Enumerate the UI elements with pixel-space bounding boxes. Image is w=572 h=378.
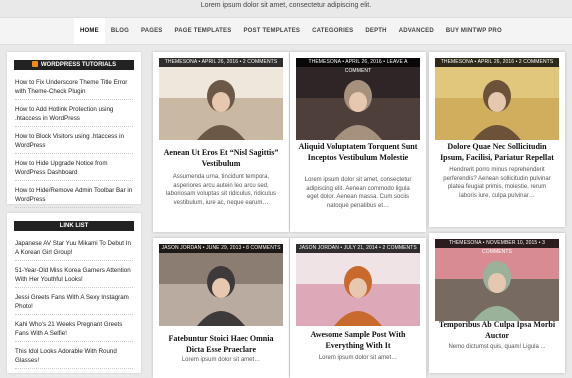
tutorials-link-list: How to Fix Underscore Theme Title Error … [15, 78, 133, 213]
post-title[interactable]: Awesome Sample Post With Everything With… [298, 330, 418, 351]
site-tagline: Lorem ipsum dolor sit amet, consectetur … [200, 2, 372, 9]
post-excerpt: Lorem ipsum dolor sit amet… [318, 355, 398, 361]
widget-title: LINK LIST [14, 221, 134, 231]
sidebar-link[interactable]: How to Hide Upgrade Notice from WordPres… [15, 159, 133, 181]
link-list-widget: LINK LIST Japanese AV Star Yuu Mikami To… [7, 213, 141, 373]
post-title[interactable]: Aliquid Voluptatem Torquent Sunt Incepto… [298, 142, 418, 163]
sidebar-link[interactable]: How to Add Hotlink Protection using .hta… [15, 105, 133, 127]
post-card: THEMESONA • APRIL 26, 2016 • 2 COMMENTS D… [429, 52, 565, 227]
sidebar-link[interactable]: How to Fix Underscore Theme Title Error … [15, 78, 133, 100]
rss-icon[interactable] [31, 61, 38, 67]
post-card: THEMESONA • APRIL 26, 2016 • 2 COMMENTS A… [153, 52, 289, 232]
post-card: THEMESONA • APRIL 26, 2016 • LEAVE A COM… [290, 52, 426, 232]
post-thumbnail-image[interactable] [159, 244, 283, 326]
nav-item-blog[interactable]: BLOG [105, 18, 135, 44]
post-meta: THEMESONA • NOVEMBER 10, 2015 • 3 COMMEN… [435, 239, 559, 255]
post-meta: THEMESONA • APRIL 26, 2016 • 2 COMMENTS [159, 58, 283, 67]
post-title[interactable]: Aenean Ut Eros Et “Nisl Sagittis” Vestib… [161, 148, 281, 169]
post-title[interactable]: Dolore Quae Nec Sollicitudin Ipsum, Faci… [437, 142, 557, 163]
post-excerpt: Lorem ipsum dolor sit amet… [181, 357, 261, 363]
post-excerpt: Hendrerit porro minus reprehenderit perf… [443, 167, 551, 199]
post-excerpt: Lorem ipsum dolor sit amet, consectetur … [304, 177, 412, 209]
sidebar-link[interactable]: Japanese AV Star Yuu Mikami To Debut In … [15, 239, 133, 261]
post-thumbnail-image[interactable] [296, 244, 420, 326]
post-thumbnail-image[interactable] [435, 58, 559, 140]
widget-title: WORDPRESS TUTORIALS [14, 60, 134, 70]
wordpress-tutorials-widget: WORDPRESS TUTORIALS How to Fix Underscor… [7, 52, 141, 208]
post-meta: JASON JORDAN • JUNE 29, 2013 • 8 COMMENT… [159, 244, 283, 253]
sidebar-link[interactable]: How to Hide/Remove Admin Toolbar Bar in … [15, 186, 133, 208]
main-navigation-bar: HOME BLOG PAGES PAGE TEMPLATES POST TEMPLATE… [0, 17, 572, 45]
nav-item-pages[interactable]: PAGES [135, 18, 169, 44]
nav-item-page-templates[interactable]: PAGE TEMPLATES [169, 18, 238, 44]
post-excerpt: Assumenda urna, tincidunt tempora, asper… [165, 174, 277, 206]
sidebar-link[interactable]: This Idol Looks Adorable With Round Glas… [15, 347, 133, 369]
post-title[interactable]: Temporibus Ab Culpa Ipsa Morbi Auctor [437, 320, 557, 341]
post-card: JASON JORDAN • JULY 21, 2014 • 2 COMMENT… [290, 238, 426, 378]
nav-item-home[interactable]: HOME [74, 18, 105, 44]
sidebar-link[interactable]: Kahi Who's 21 Weeks Pregnant Greets Fans… [15, 320, 133, 342]
sidebar-link[interactable]: 51-Year-Old Miss Korea Garners Attention… [15, 266, 133, 288]
post-excerpt: Nemo dictumst quis, quam! Ligula ... [448, 344, 546, 350]
nav-item-categories[interactable]: CATEGORIES [306, 18, 359, 44]
nav-item-post-templates[interactable]: POST TEMPLATES [237, 18, 306, 44]
post-meta: THEMESONA • APRIL 26, 2016 • LEAVE A COM… [296, 58, 420, 74]
sidebar-link[interactable]: Jessi Greets Fans With A Sexy Instagram … [15, 293, 133, 315]
nav-item-advanced[interactable]: ADVANCED [393, 18, 440, 44]
post-card: JASON JORDAN • JUNE 29, 2013 • 8 COMMENT… [153, 238, 289, 378]
post-meta: JASON JORDAN • JULY 21, 2014 • 2 COMMENT… [296, 244, 420, 253]
sidebar-link[interactable]: How to Block Visitors using .htaccess in… [15, 132, 133, 154]
post-card: THEMESONA • NOVEMBER 10, 2015 • 3 COMMEN… [429, 233, 565, 373]
link-list: Japanese AV Star Yuu Mikami To Debut In … [15, 239, 133, 374]
post-thumbnail-image[interactable] [159, 58, 283, 140]
post-title[interactable]: Fatebuntur Stoici Haec Omnia Dicta Esse … [161, 334, 281, 355]
main-menu: HOME BLOG PAGES PAGE TEMPLATES POST TEMPLATE… [74, 18, 508, 44]
nav-item-buy-mintwp-pro[interactable]: BUY MINTWP PRO [440, 18, 508, 44]
post-meta: THEMESONA • APRIL 26, 2016 • 2 COMMENTS [435, 58, 559, 67]
nav-item-depth[interactable]: DEPTH [359, 18, 392, 44]
